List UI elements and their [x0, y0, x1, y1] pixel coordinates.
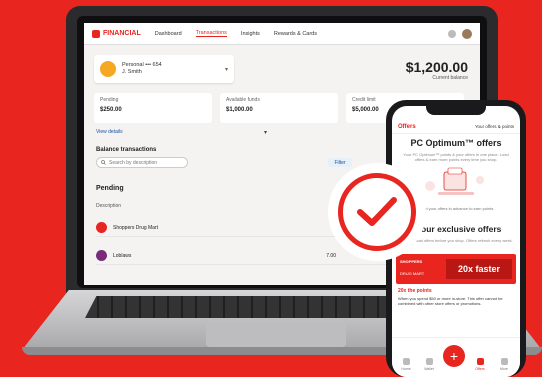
tab-wallet[interactable]: Wallet — [419, 358, 439, 371]
checkmark-badge — [328, 163, 426, 261]
wallet-icon — [425, 358, 433, 365]
row-name: Shoppers Drug Mart — [113, 224, 159, 231]
phone-tabbar: Home Wallet + Offers More — [392, 337, 520, 377]
chevron-down-icon: ▾ — [224, 66, 228, 73]
description-header: Description — [96, 203, 122, 209]
pc-optimum-heading: PC Optimum™ offers — [410, 138, 502, 148]
exclusive-offers-heading: Your exclusive offers — [416, 224, 502, 234]
tab-offers[interactable]: Offers — [470, 358, 490, 371]
check-ring — [338, 173, 416, 251]
tab-more[interactable]: More — [494, 358, 514, 371]
merchant-icon — [96, 250, 107, 261]
phone-notch — [426, 106, 486, 115]
tab-label: Home — [401, 367, 411, 371]
offers-illustration-icon — [425, 167, 484, 195]
tab-label: Wallet — [424, 367, 434, 371]
tab-label: More — [500, 367, 508, 371]
search-placeholder: Search by description — [109, 159, 158, 166]
offer-body: When you spend $50 or more in-store. Thi… — [398, 296, 503, 306]
checkmark-icon — [357, 197, 397, 226]
stat-available: Available funds $1,000.00 — [220, 93, 338, 123]
view-details-link[interactable]: View details — [96, 129, 123, 135]
stat-value: $250.00 — [100, 107, 122, 113]
section-title: Balance transactions — [96, 147, 157, 153]
account-name: Personal ••• 654 — [122, 62, 162, 68]
more-icon — [500, 358, 508, 365]
row-name: Loblaws — [113, 252, 132, 259]
notifications-icon[interactable] — [448, 29, 456, 38]
balance-label: Current balance — [432, 75, 468, 81]
balance-amount: $1,200.00 — [405, 59, 468, 75]
tab-label: Offers — [475, 367, 485, 371]
pending-title: Pending — [96, 185, 124, 192]
nav-transactions[interactable]: Transactions — [195, 30, 227, 37]
tab-home[interactable]: Home — [396, 358, 416, 371]
promo-banner[interactable]: SHOPPERS DRUG MART 20x faster — [396, 254, 516, 284]
offers-title: Offers — [398, 123, 416, 130]
merchant-icon — [96, 222, 107, 233]
row-amount: 7.00 — [326, 252, 336, 259]
chevron-down-icon[interactable]: ▾ — [264, 129, 267, 136]
nav-dashboard[interactable]: Dashboard — [155, 31, 182, 37]
avatar[interactable] — [462, 28, 472, 39]
promo-brand: SHOPPERS — [400, 259, 423, 264]
intro-text: Your PC Optimum™ points & your offers in… — [403, 152, 509, 162]
stat-label: Available funds — [226, 97, 260, 103]
filter-button[interactable]: Filter — [328, 158, 352, 167]
offer-title: 20x the points — [398, 288, 432, 294]
account-selector[interactable]: Personal ••• 654 J. Smith ▾ — [94, 55, 234, 83]
promo-chip: 20x faster — [446, 259, 512, 279]
search-icon — [101, 160, 106, 165]
stat-label: Pending — [100, 97, 119, 103]
offers-icon — [476, 358, 484, 365]
phone-header: Offers Your offers & points — [392, 120, 520, 134]
your-offers-link[interactable]: Your offers & points — [475, 124, 514, 129]
trackpad — [206, 323, 346, 347]
brand-name: FINANCIAL — [103, 30, 141, 37]
account-icon — [100, 61, 116, 77]
nav-insights[interactable]: Insights — [241, 31, 260, 37]
account-holder: J. Smith — [122, 69, 142, 75]
stat-value: $1,000.00 — [226, 107, 253, 113]
search-input[interactable]: Search by description — [96, 157, 188, 168]
brand-mark-icon — [92, 29, 100, 38]
stat-pending: Pending $250.00 — [94, 93, 212, 123]
brand-logo[interactable]: FINANCIAL — [92, 29, 141, 38]
home-icon — [402, 358, 410, 365]
promo-sub: DRUG MART — [400, 271, 425, 276]
add-button[interactable]: + — [443, 345, 465, 367]
balance-summary: $1,200.00 Current balance — [406, 59, 468, 81]
top-navbar: FINANCIAL Dashboard Transactions Insight… — [84, 23, 480, 45]
exclusive-offers-subtext: Load offers before you shop. Offers refr… — [414, 238, 513, 243]
nav-rewards[interactable]: Rewards & Cards — [274, 31, 317, 37]
